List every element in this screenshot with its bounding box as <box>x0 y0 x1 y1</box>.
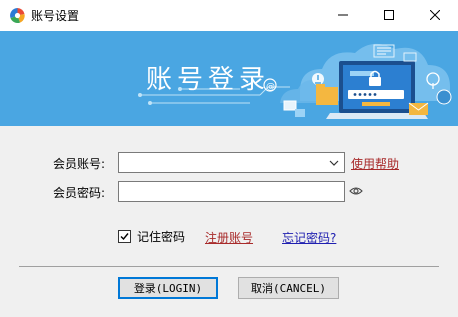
checkbox[interactable] <box>118 230 131 243</box>
help-link[interactable]: 使用帮助 <box>351 155 399 172</box>
login-banner: @ 账号登录 <box>0 31 458 126</box>
cancel-button[interactable]: 取消(CANCEL) <box>238 277 339 299</box>
close-button[interactable] <box>412 0 458 31</box>
account-label: 会员账号: <box>53 157 106 171</box>
remember-password-label: 记住密码 <box>137 230 186 244</box>
divider <box>19 266 439 267</box>
password-label: 会员密码: <box>53 186 106 200</box>
forgot-password-link[interactable]: 忘记密码? <box>282 229 336 246</box>
remember-password-checkbox[interactable]: 记住密码 <box>118 228 185 245</box>
minimize-button[interactable] <box>320 0 366 31</box>
chevron-down-icon[interactable] <box>329 157 339 171</box>
maximize-button[interactable] <box>366 0 412 31</box>
app-logo-icon <box>9 7 26 24</box>
window-title: 账号设置 <box>31 9 80 23</box>
minimize-icon <box>338 9 348 23</box>
account-select[interactable] <box>118 152 345 173</box>
password-input[interactable] <box>118 181 345 202</box>
close-icon <box>429 9 441 23</box>
maximize-icon <box>384 9 394 23</box>
login-button[interactable]: 登录(LOGIN) <box>118 277 218 299</box>
banner-title: 账号登录 <box>146 65 271 95</box>
eye-icon[interactable] <box>349 185 363 199</box>
register-link[interactable]: 注册账号 <box>205 229 253 246</box>
title-bar: 账号设置 <box>0 0 458 31</box>
